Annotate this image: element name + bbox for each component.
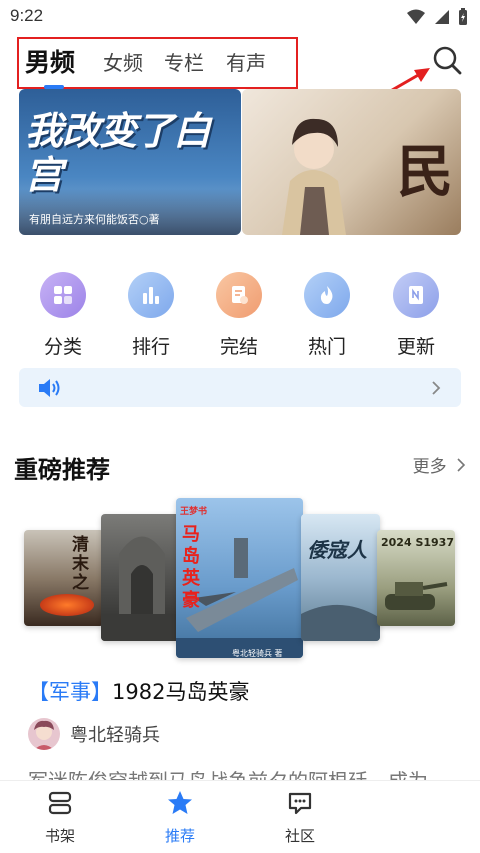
book-cover[interactable]: 王梦书 马岛英豪 粤北轻骑兵 著 — [176, 498, 303, 658]
status-bar: 9:22 — [0, 0, 480, 34]
book-cover[interactable]: 倭寇人 — [301, 514, 380, 641]
banner-left-title: 我改变了白宫 — [25, 109, 211, 197]
speaker-icon — [39, 379, 60, 397]
category-label: 排行 — [131, 336, 170, 358]
book-icon — [393, 272, 439, 318]
category-ranking[interactable]: 排行 — [121, 272, 181, 359]
search-icon — [433, 46, 462, 75]
banner-right-title: 民 — [397, 139, 453, 205]
category-label: 分类 — [43, 336, 82, 358]
nav-recommend[interactable]: 推荐 — [140, 789, 220, 846]
nav-label: 书架 — [44, 827, 75, 845]
chevron-right-icon — [432, 381, 441, 395]
cover-glow — [40, 594, 94, 616]
cover-title: 马岛英豪 — [182, 524, 200, 611]
category-label: 完结 — [219, 336, 258, 358]
featured-book-title[interactable]: 【军事】1982马岛英豪 — [28, 676, 249, 706]
book-description: 军迷陈俊穿越到马岛战争前夕的阿根廷，成为 — [28, 768, 458, 780]
wifi-icon — [407, 9, 425, 24]
chart-icon — [128, 272, 174, 318]
soldiers-illustration — [301, 604, 380, 641]
banner-left-subtitle: 有朋自远方来何能饭否○著 — [29, 213, 160, 226]
category-updated[interactable]: 更新 — [386, 272, 446, 359]
battery-icon — [459, 8, 467, 25]
category-classify[interactable]: 分类 — [33, 272, 93, 359]
nav-label: 推荐 — [164, 827, 195, 845]
cathedral-illustration — [101, 536, 183, 641]
cover-author: 粤北轻骑兵 著 — [232, 649, 283, 658]
book-cover[interactable]: 2024 S1937 — [377, 530, 455, 626]
bottom-nav: 书架 推荐 社区 — [0, 780, 480, 853]
section-title: 重磅推荐 — [14, 456, 110, 484]
book-cover[interactable] — [101, 514, 183, 641]
category-completed[interactable]: 完结 — [209, 272, 269, 359]
search-button[interactable] — [431, 44, 463, 76]
status-time: 9:22 — [10, 6, 44, 25]
banner-right[interactable]: 民 — [242, 89, 461, 235]
nav-community[interactable]: 社区 — [260, 789, 340, 846]
signal-icon — [435, 10, 449, 24]
star-icon — [168, 791, 192, 814]
bookshelf-icon — [48, 791, 72, 815]
channel-tabs: 男频 女频 专栏 有声 — [17, 37, 298, 89]
book-cover[interactable]: 清末之 — [24, 530, 104, 626]
nav-bookshelf[interactable]: 书架 — [20, 789, 100, 846]
category-label: 热门 — [307, 336, 346, 358]
avatar — [28, 718, 60, 750]
status-icons — [406, 8, 468, 26]
book-title-text: 1982马岛英豪 — [112, 680, 250, 704]
grid-icon — [40, 272, 86, 318]
banner-left[interactable]: 我改变了白宫 有朋自远方来何能饭否○著 — [19, 89, 241, 235]
category-label: 更新 — [396, 336, 435, 358]
chat-icon — [288, 792, 312, 815]
cover-badge: 王梦书 — [180, 507, 208, 517]
chevron-right-icon — [457, 458, 466, 472]
tab-female[interactable]: 女频 — [103, 39, 143, 87]
cover-title: 清末之 — [72, 535, 89, 593]
more-label: 更多 — [412, 457, 447, 477]
more-link[interactable]: 更多 — [413, 452, 466, 477]
flame-icon — [304, 272, 350, 318]
category-hot[interactable]: 热门 — [297, 272, 357, 359]
nav-label: 社区 — [284, 827, 315, 845]
tank-illustration — [385, 582, 448, 610]
document-check-icon — [216, 272, 262, 318]
book-genre-tag: 【军事】 — [28, 680, 112, 704]
tab-male[interactable]: 男频 — [25, 39, 75, 87]
tab-audio[interactable]: 有声 — [226, 39, 266, 87]
featured-book-author[interactable]: 粤北轻骑兵 — [28, 718, 160, 750]
tab-column[interactable]: 专栏 — [164, 39, 204, 87]
author-name: 粤北轻骑兵 — [70, 725, 160, 746]
notice-bar[interactable] — [19, 368, 461, 407]
